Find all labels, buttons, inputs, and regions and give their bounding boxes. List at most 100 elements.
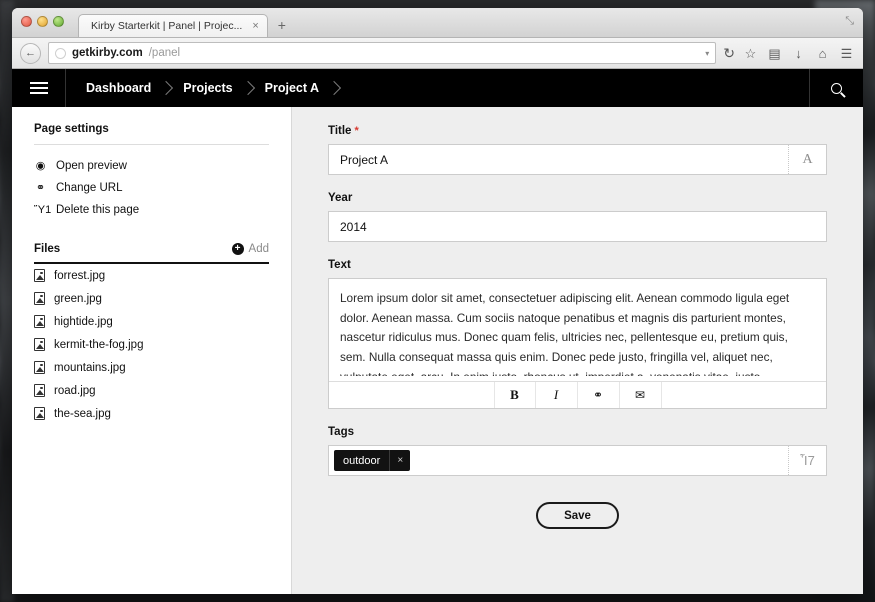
breadcrumb-label: Dashboard <box>80 81 157 95</box>
image-file-icon <box>34 338 45 351</box>
list-item[interactable]: green.jpg <box>34 287 269 310</box>
title-input[interactable] <box>329 145 788 174</box>
menu-icon[interactable]: ☰ <box>838 47 855 60</box>
files-title: Files <box>34 243 60 255</box>
text-textarea[interactable] <box>329 279 826 376</box>
chevron-down-icon[interactable]: ▾ <box>705 49 709 58</box>
field-text: Text B I ⚭ ✉ <box>328 259 827 409</box>
year-input-wrap <box>328 211 827 242</box>
sidebar-item-change-url[interactable]: ⚭ Change URL <box>34 177 269 199</box>
page-viewport: Dashboard Projects Project A Page settin… <box>12 69 863 594</box>
browser-urlbar: ← getkirby.com /panel ▾ ↻ ☆ ▤ ↓ ⌂ ☰ <box>12 38 863 69</box>
list-item[interactable]: forrest.jpg <box>34 264 269 287</box>
close-window-button[interactable] <box>21 16 32 27</box>
window-controls[interactable] <box>21 16 64 27</box>
download-icon[interactable]: ↓ <box>790 47 807 60</box>
sidebar-item-label: Delete this page <box>56 204 139 216</box>
image-file-icon <box>34 315 45 328</box>
file-name: forrest.jpg <box>54 270 105 282</box>
breadcrumb-item-dashboard[interactable]: Dashboard <box>80 81 157 95</box>
text-label: Text <box>328 259 351 271</box>
link-icon[interactable]: ⚭ <box>578 382 620 408</box>
file-name: the-sea.jpg <box>54 408 111 420</box>
image-file-icon <box>34 269 45 282</box>
font-size-icon[interactable]: A <box>788 145 826 174</box>
search-icon <box>831 83 842 94</box>
text-editor: B I ⚭ ✉ <box>328 278 827 409</box>
file-name: hightide.jpg <box>54 316 113 328</box>
image-file-icon <box>34 361 45 374</box>
title-label: Title <box>328 125 351 137</box>
back-button[interactable]: ← <box>20 43 41 64</box>
italic-button[interactable]: I <box>536 382 578 408</box>
hamburger-icon[interactable] <box>12 69 66 107</box>
list-item[interactable]: hightide.jpg <box>34 310 269 333</box>
browser-tab[interactable]: Kirby Starterkit | Panel | Projec... × <box>78 14 268 37</box>
tag-label: outdoor <box>334 450 389 471</box>
tab-title: Kirby Starterkit | Panel | Projec... <box>91 20 242 32</box>
list-item[interactable]: mountains.jpg <box>34 356 269 379</box>
editor-toolbar: B I ⚭ ✉ <box>329 381 826 408</box>
address-bar[interactable]: getkirby.com /panel ▾ <box>48 42 716 64</box>
year-label: Year <box>328 192 352 204</box>
link-icon: ⚭ <box>34 183 47 194</box>
sidebar: Page settings ◉ Open preview ⚭ Change UR… <box>12 107 292 594</box>
arrow-left-icon: ← <box>25 47 36 59</box>
breadcrumb-item-project-a[interactable]: Project A <box>259 81 325 95</box>
maximize-icon[interactable]: ⤡ <box>845 15 854 28</box>
main-content: Title * A Year <box>292 107 863 594</box>
file-name: mountains.jpg <box>54 362 126 374</box>
reader-view-icon[interactable]: ▤ <box>766 47 783 60</box>
url-path: /panel <box>149 47 180 59</box>
title-input-wrap: A <box>328 144 827 175</box>
save-button[interactable]: Save <box>536 502 619 529</box>
sidebar-item-delete-page[interactable]: Ὕ1 Delete this page <box>34 199 269 221</box>
close-icon[interactable]: × <box>389 450 410 471</box>
list-item[interactable]: the-sea.jpg <box>34 402 269 425</box>
field-label: Tags <box>328 426 827 438</box>
browser-titlebar: Kirby Starterkit | Panel | Projec... × +… <box>12 8 863 38</box>
breadcrumb-label: Project A <box>259 81 325 95</box>
close-icon[interactable]: × <box>252 21 258 32</box>
url-host: getkirby.com <box>72 47 143 59</box>
minimize-window-button[interactable] <box>37 16 48 27</box>
bold-button[interactable]: B <box>494 382 536 408</box>
breadcrumb-label: Projects <box>177 81 238 95</box>
tag-chip[interactable]: outdoor × <box>334 450 410 471</box>
add-label: Add <box>249 243 269 255</box>
field-title: Title * A <box>328 125 827 175</box>
field-year: Year <box>328 192 827 242</box>
trash-icon: Ὕ1 <box>34 205 47 216</box>
email-icon[interactable]: ✉ <box>620 382 662 408</box>
save-row: Save <box>328 502 827 529</box>
year-input[interactable] <box>329 212 826 241</box>
field-label: Year <box>328 192 827 204</box>
reload-icon[interactable]: ↻ <box>723 45 735 62</box>
page-settings-title: Page settings <box>34 123 269 145</box>
file-name: road.jpg <box>54 385 96 397</box>
plus-circle-icon: + <box>232 243 244 255</box>
search-button[interactable] <box>809 69 863 107</box>
zoom-window-button[interactable] <box>53 16 64 27</box>
list-item[interactable]: kermit-the-fog.jpg <box>34 333 269 356</box>
file-name: kermit-the-fog.jpg <box>54 339 143 351</box>
list-item[interactable]: road.jpg <box>34 379 269 402</box>
sidebar-item-open-preview[interactable]: ◉ Open preview <box>34 155 269 177</box>
star-icon[interactable]: ☆ <box>742 47 759 60</box>
breadcrumb-item-projects[interactable]: Projects <box>177 81 238 95</box>
breadcrumb: Dashboard Projects Project A <box>66 69 345 107</box>
browser-window: Kirby Starterkit | Panel | Projec... × +… <box>12 8 863 594</box>
home-icon[interactable]: ⌂ <box>814 47 831 60</box>
new-tab-button[interactable]: + <box>278 18 286 32</box>
tag-icon[interactable]: Ἷ7 <box>788 446 826 475</box>
field-label: Text <box>328 259 827 271</box>
field-label: Title * <box>328 125 827 137</box>
sidebar-item-label: Open preview <box>56 160 127 172</box>
chevron-right-icon <box>159 69 175 107</box>
add-file-button[interactable]: + Add <box>232 243 269 255</box>
image-file-icon <box>34 384 45 397</box>
image-file-icon <box>34 407 45 420</box>
tags-input-wrap[interactable]: outdoor × Ἷ7 <box>328 445 827 476</box>
chevron-right-icon <box>327 69 343 107</box>
panel-topbar: Dashboard Projects Project A <box>12 69 863 107</box>
